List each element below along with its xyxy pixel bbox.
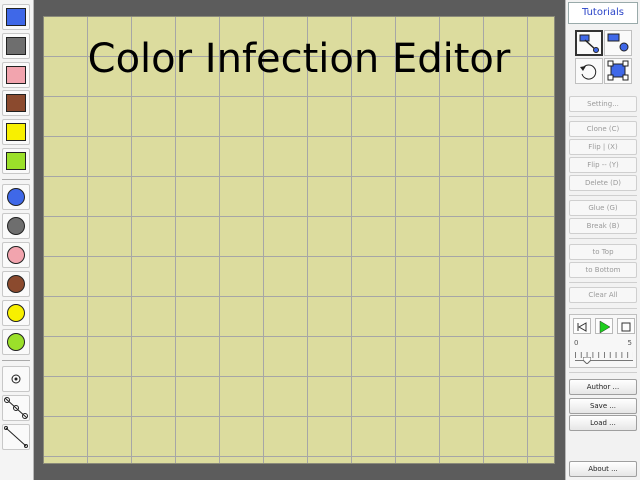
brown-circle-button[interactable]	[2, 271, 30, 297]
line-tool-button[interactable]	[2, 424, 30, 450]
glue-button[interactable]: Glue (G)	[569, 200, 637, 216]
save-button[interactable]: Save ...	[569, 398, 637, 414]
rewind-button[interactable]	[573, 318, 591, 334]
setting-button[interactable]: Setting...	[569, 96, 637, 112]
blue-circle-button[interactable]	[2, 184, 30, 210]
brown-square-icon	[6, 94, 26, 112]
blue-circle-icon	[7, 188, 25, 206]
palette-divider	[2, 179, 30, 180]
flip-vertical-button[interactable]: Flip -- (Y)	[569, 157, 637, 173]
yellow-square-icon	[6, 123, 26, 141]
yellow-circle-icon	[7, 304, 25, 322]
load-button[interactable]: Load ...	[569, 415, 637, 431]
pin-tool-icon	[11, 374, 21, 384]
stop-icon	[621, 322, 631, 332]
green-square-icon	[6, 152, 26, 170]
stop-button[interactable]	[617, 318, 635, 334]
chain-joint-tool-button[interactable]	[2, 395, 30, 421]
author-button[interactable]: Author ...	[569, 379, 637, 395]
editor-canvas-frame: Color Infection Editor	[34, 0, 565, 480]
to-bottom-button[interactable]: to Bottom	[569, 262, 637, 278]
right-toolbar: Tutorials Setting... Clone (C) Flip | (X…	[565, 0, 640, 480]
green-circle-button[interactable]	[2, 329, 30, 355]
brown-square-button[interactable]	[2, 90, 30, 116]
delete-button[interactable]: Delete (D)	[569, 175, 637, 191]
toolbar-divider	[569, 116, 637, 117]
speed-slider-thumb[interactable]	[583, 357, 592, 364]
about-button[interactable]: About ...	[569, 461, 637, 477]
play-button[interactable]	[595, 318, 613, 334]
palette-divider	[2, 360, 30, 361]
blue-square-button[interactable]	[2, 4, 30, 30]
editor-title: Color Infection Editor	[87, 36, 511, 82]
gray-circle-icon	[7, 217, 25, 235]
scale-tool-button[interactable]	[604, 30, 632, 56]
rotate-tool-button[interactable]	[575, 58, 603, 84]
rotate-icon	[580, 64, 597, 80]
scale-tool-icon	[607, 33, 629, 52]
playback-panel: 0 5	[569, 314, 637, 368]
tutorials-button[interactable]: Tutorials	[568, 2, 638, 24]
clone-button[interactable]: Clone (C)	[569, 121, 637, 137]
to-top-button[interactable]: to Top	[569, 244, 637, 260]
toolbar-divider	[569, 238, 637, 239]
gray-square-icon	[6, 37, 26, 55]
line-tool-icon	[4, 426, 28, 448]
left-palette	[0, 0, 34, 480]
speed-slider-max-label: 5	[627, 339, 632, 347]
app-window: Color Infection Editor Tutorials Setting…	[0, 0, 640, 480]
toolbar-divider	[569, 372, 637, 373]
chain-joint-tool-icon	[4, 397, 28, 419]
rewind-icon	[577, 322, 587, 332]
yellow-square-button[interactable]	[2, 119, 30, 145]
break-button[interactable]: Break (B)	[569, 218, 637, 234]
pink-square-icon	[6, 66, 26, 84]
green-square-button[interactable]	[2, 148, 30, 174]
toolbar-divider	[569, 195, 637, 196]
clear-all-button[interactable]: Clear All	[569, 287, 637, 303]
toolbar-divider	[569, 282, 637, 283]
speed-slider-min-label: 0	[574, 339, 579, 347]
pin-tool-button[interactable]	[2, 366, 30, 392]
pink-circle-button[interactable]	[2, 242, 30, 268]
flip-horizontal-button[interactable]: Flip | (X)	[569, 139, 637, 155]
gray-circle-button[interactable]	[2, 213, 30, 239]
resize-tool-button[interactable]	[604, 58, 632, 84]
editor-grid-canvas[interactable]: Color Infection Editor	[43, 16, 555, 464]
select-move-tool-button[interactable]	[575, 30, 603, 56]
pink-circle-icon	[7, 246, 25, 264]
yellow-circle-button[interactable]	[2, 300, 30, 326]
play-icon	[599, 320, 611, 334]
green-circle-icon	[7, 333, 25, 351]
toolbar-divider	[569, 308, 637, 309]
blue-square-icon	[6, 8, 26, 26]
gray-square-button[interactable]	[2, 33, 30, 59]
brown-circle-icon	[7, 275, 25, 293]
resize-icon	[607, 60, 629, 81]
select-move-icon	[579, 34, 599, 53]
pink-square-button[interactable]	[2, 62, 30, 88]
